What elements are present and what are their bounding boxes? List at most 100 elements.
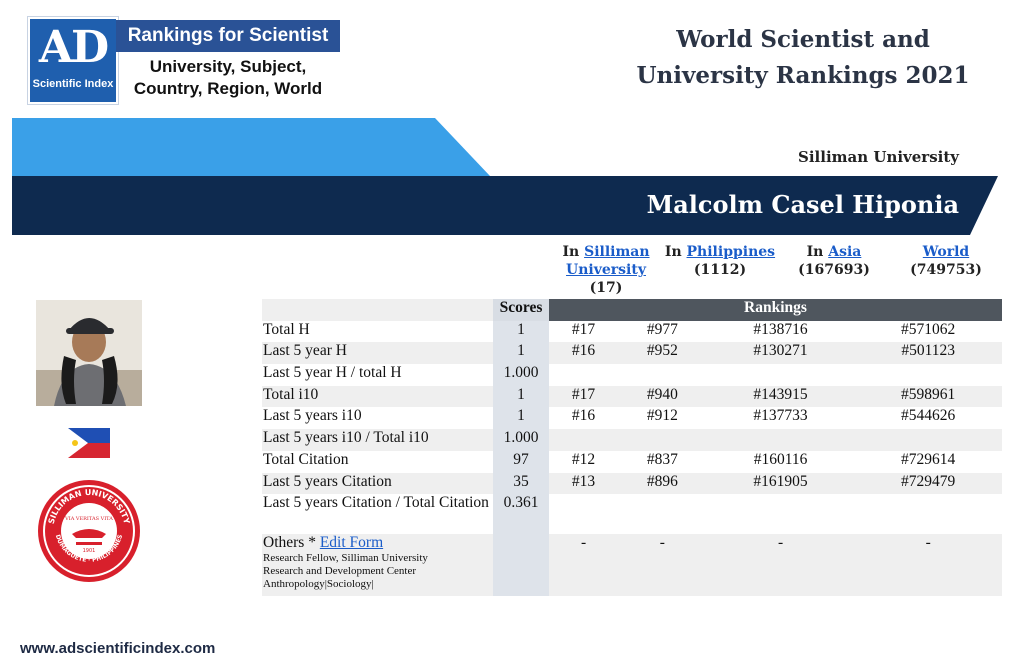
rank-region: #138716 <box>753 320 808 338</box>
row-label: Last 5 year H <box>262 342 493 365</box>
rank-world <box>854 364 1002 386</box>
avatar-photo <box>36 300 142 406</box>
footer-url[interactable]: www.adscientificindex.com <box>20 640 215 657</box>
table-header-blank <box>262 299 493 321</box>
header-stripes <box>12 118 998 235</box>
rank-region: #161905 <box>706 472 855 495</box>
rank-university: #13 <box>549 472 619 495</box>
philippines-flag-icon <box>68 428 110 458</box>
table-header-row: Scores Rankings <box>262 299 1002 321</box>
seal-motto: VIA VERITAS VITA <box>64 516 113 522</box>
row-label: Last 5 years i10 <box>263 407 362 425</box>
scores-header: Scores <box>493 299 549 321</box>
country-link[interactable]: Philippines <box>687 244 776 260</box>
others-score <box>493 534 549 597</box>
banner-line-2: Country, Region, World <box>133 79 323 98</box>
rank-world <box>854 494 1002 534</box>
page-title-line-1: World Scientist and <box>676 26 930 53</box>
rank-region: #160116 <box>753 450 808 468</box>
seal-year: 1901 <box>83 548 96 554</box>
row-score: 1 <box>493 407 549 430</box>
column-count: (749753) <box>910 262 982 278</box>
rank-region <box>707 364 855 386</box>
row-label: Last 5 years i10 / Total i10 <box>262 429 493 451</box>
column-count: (167693) <box>798 262 870 278</box>
banner-title: Rankings for Scientist <box>116 20 340 52</box>
rankings-table: Scores Rankings Total H 1 #17 #977 #1387… <box>262 299 1002 597</box>
rank-university <box>549 364 618 386</box>
row-score: 1 <box>493 320 549 343</box>
banner-lines: University, Subject, Country, Region, Wo… <box>116 56 340 100</box>
banner-line-1: University, Subject, <box>149 57 307 76</box>
rank-university: #17 <box>549 385 619 408</box>
row-score: 0.361 <box>493 494 549 535</box>
region-link[interactable]: Asia <box>828 244 861 260</box>
column-prefix: In <box>806 244 824 260</box>
rank-country: #977 <box>646 320 678 338</box>
rank-university: #17 <box>571 320 596 338</box>
rank-world: #571062 <box>901 320 956 338</box>
rank-country: #952 <box>618 342 707 365</box>
column-count: (1112) <box>693 262 747 278</box>
ad-logo[interactable]: AD Scientific Index <box>28 17 118 104</box>
table-row-others: Others * Edit Form Research Fellow, Sill… <box>262 534 1002 597</box>
rank-country <box>618 364 707 386</box>
table-row: Last 5 years Citation 35 #13 #896 #16190… <box>262 472 1002 495</box>
rank-region <box>706 429 855 451</box>
rank-university: - <box>549 534 619 597</box>
rank-country <box>618 429 707 451</box>
row-label: Total i10 <box>262 385 493 408</box>
table-row: Last 5 year H / total H 1.000 <box>262 364 1002 386</box>
rank-university <box>549 494 618 534</box>
column-head-university: In Silliman University (17) <box>556 243 656 297</box>
rank-university: #12 <box>571 450 596 468</box>
logo-subtitle: Scientific Index <box>32 78 114 90</box>
university-label: Silliman University <box>798 148 959 166</box>
world-link[interactable]: World <box>923 244 969 260</box>
rank-region: - <box>706 534 855 597</box>
table-row: Last 5 years i10 1 #16 #912 #137733 #544… <box>262 407 1002 430</box>
rank-region <box>707 494 855 534</box>
table-row: Total Citation 97 #12 #837 #160116 #7296… <box>262 450 1002 473</box>
row-label: Total H <box>263 320 310 338</box>
row-label: Last 5 years Citation <box>262 472 493 495</box>
column-head-region: In Asia (167693) <box>786 243 882 279</box>
rank-university <box>549 429 619 451</box>
table-row: Last 5 years i10 / Total i10 1.000 <box>262 429 1002 451</box>
column-head-country: In Philippines (1112) <box>662 243 778 279</box>
rank-country: #837 <box>646 450 678 468</box>
rank-region: #143915 <box>706 385 855 408</box>
page-title: World Scientist and University Rankings … <box>623 22 983 94</box>
row-score: 35 <box>493 472 549 495</box>
rank-country: #896 <box>618 472 707 495</box>
rank-university: #16 <box>549 342 619 365</box>
row-score: 1.000 <box>493 364 549 386</box>
table-row: Last 5 years Citation / Total Citation 0… <box>262 494 1002 535</box>
rank-world: #729479 <box>854 472 1002 495</box>
row-label: Last 5 year H / total H <box>263 364 402 382</box>
row-score: 1.000 <box>493 429 549 451</box>
rank-world: #729614 <box>901 450 956 468</box>
rank-country: #940 <box>618 385 707 408</box>
rank-region: #130271 <box>706 342 855 365</box>
others-detail-3: Anthropology|Sociology| <box>263 578 374 591</box>
others-detail-1: Research Fellow, Silliman University <box>263 552 428 565</box>
column-head-world: World (749753) <box>896 243 996 279</box>
row-label: Total Citation <box>263 450 349 468</box>
others-cell: Others * Edit Form Research Fellow, Sill… <box>262 534 493 597</box>
university-link[interactable]: Silliman University <box>566 244 650 278</box>
rank-country: #912 <box>646 407 678 425</box>
rank-world: #598961 <box>854 385 1002 408</box>
table-row: Total i10 1 #17 #940 #143915 #598961 <box>262 385 1002 408</box>
row-label: Last 5 years Citation / Total Citation <box>263 494 489 512</box>
column-prefix: In <box>664 244 682 260</box>
logo-mark: AD <box>38 22 109 73</box>
row-score: 1 <box>493 385 549 408</box>
light-blue-stripe <box>12 118 490 176</box>
university-seal-icon: SILLIMAN UNIVERSITY DUMAGUETE · PHILIPPI… <box>38 480 140 582</box>
table-row: Total H 1 #17 #977 #138716 #571062 <box>262 320 1002 343</box>
edit-form-link[interactable]: Edit Form <box>320 534 383 551</box>
scientist-name: Malcolm Casel Hiponia <box>646 190 959 219</box>
rank-world: - <box>854 534 1002 597</box>
row-score: 1 <box>493 342 549 365</box>
